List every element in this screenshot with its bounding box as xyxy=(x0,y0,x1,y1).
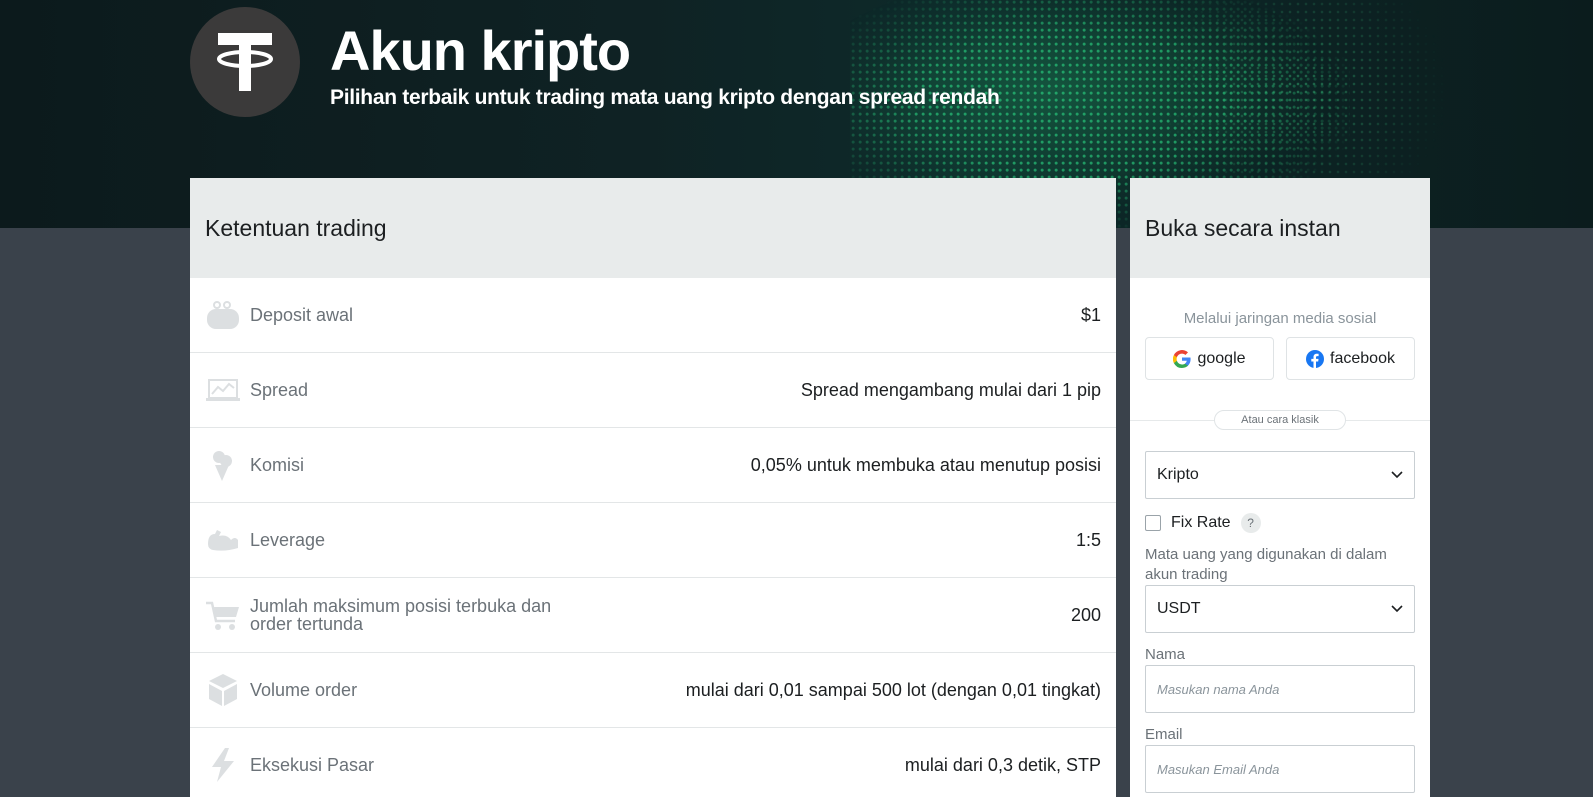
row-label: Komisi xyxy=(250,455,305,475)
table-row: Eksekusi Pasar mulai dari 0,3 detik, STP xyxy=(190,728,1116,797)
fix-rate-label: Fix Rate xyxy=(1171,514,1231,531)
row-value: 200 xyxy=(1070,604,1101,625)
row-label: Deposit awal xyxy=(250,305,354,325)
name-input[interactable] xyxy=(1145,665,1415,713)
boxes-icon xyxy=(205,672,241,708)
page-subtitle: Pilihan terbaik untuk trading mata uang … xyxy=(330,86,1000,109)
trading-conditions-header: Ketentuan trading xyxy=(190,178,1116,278)
account-type-value: Kripto xyxy=(1157,466,1199,483)
page-title: Akun kripto xyxy=(330,19,631,82)
row-value: mulai dari 0,3 detik, STP xyxy=(904,754,1101,775)
row-label: Jumlah maksimum posisi terbuka dan order… xyxy=(250,596,552,634)
email-input[interactable] xyxy=(1145,745,1415,793)
row-value: 1:5 xyxy=(1075,529,1101,550)
chevron-down-icon xyxy=(1391,605,1403,613)
row-label: Eksekusi Pasar xyxy=(250,755,375,775)
fix-rate-checkbox[interactable] xyxy=(1145,515,1161,531)
signup-form: Kripto Fix Rate ? Mata uang yang digunak… xyxy=(1130,451,1430,793)
account-type-select[interactable]: Kripto xyxy=(1145,451,1415,499)
trading-conditions-card: Ketentuan trading Deposit awal $1 Spread… xyxy=(190,178,1116,797)
ice-cream-icon xyxy=(205,447,241,483)
signup-title: Buka secara instan xyxy=(1145,214,1341,241)
facebook-login-button[interactable]: facebook xyxy=(1286,337,1415,380)
divider-label: Atau cara klasik xyxy=(1214,410,1346,430)
trading-conditions-title: Ketentuan trading xyxy=(205,214,387,241)
google-login-button[interactable]: google xyxy=(1145,337,1274,380)
help-icon[interactable]: ? xyxy=(1240,513,1261,533)
row-value: Spread mengambang mulai dari 1 pip xyxy=(800,379,1101,400)
wallet-icon xyxy=(205,297,241,333)
muscle-icon xyxy=(205,522,241,558)
row-label: Volume order xyxy=(250,680,358,700)
divider: Atau cara klasik xyxy=(1130,410,1430,430)
row-value: mulai dari 0,01 sampai 500 lot (dengan 0… xyxy=(685,679,1101,700)
currency-select[interactable]: USDT xyxy=(1145,585,1415,633)
table-row: Leverage 1:5 xyxy=(190,503,1116,578)
signup-card: Buka secara instan Melalui jaringan medi… xyxy=(1130,178,1430,797)
chevron-down-icon xyxy=(1391,471,1403,479)
tether-icon xyxy=(190,7,300,117)
table-row: Deposit awal $1 xyxy=(190,278,1116,353)
row-value: $1 xyxy=(1080,304,1101,325)
google-label: google xyxy=(1197,349,1246,367)
fix-rate-row: Fix Rate ? xyxy=(1145,513,1415,533)
facebook-label: facebook xyxy=(1330,349,1395,367)
row-label: Leverage xyxy=(250,530,326,550)
currency-value: USDT xyxy=(1157,600,1201,617)
table-row: Jumlah maksimum posisi terbuka dan order… xyxy=(190,578,1116,653)
chart-icon xyxy=(205,372,241,408)
name-label: Nama xyxy=(1145,646,1186,663)
table-row: Spread Spread mengambang mulai dari 1 pi… xyxy=(190,353,1116,428)
signup-header: Buka secara instan xyxy=(1130,178,1430,278)
currency-label: Mata uang yang digunakan di dalam akun t… xyxy=(1145,546,1387,583)
social-login-label: Melalui jaringan media sosial xyxy=(1183,310,1377,327)
email-label: Email xyxy=(1145,726,1183,743)
row-label: Spread xyxy=(250,380,309,400)
google-icon xyxy=(1173,349,1192,368)
table-row: Volume order mulai dari 0,01 sampai 500 … xyxy=(190,653,1116,728)
lightning-icon xyxy=(205,747,241,783)
social-login-buttons: google facebook xyxy=(1130,337,1430,380)
facebook-icon xyxy=(1306,349,1325,368)
row-value: 0,05% untuk membuka atau menutup posisi xyxy=(750,454,1101,475)
table-row: Komisi 0,05% untuk membuka atau menutup … xyxy=(190,428,1116,503)
cart-icon xyxy=(205,597,241,633)
